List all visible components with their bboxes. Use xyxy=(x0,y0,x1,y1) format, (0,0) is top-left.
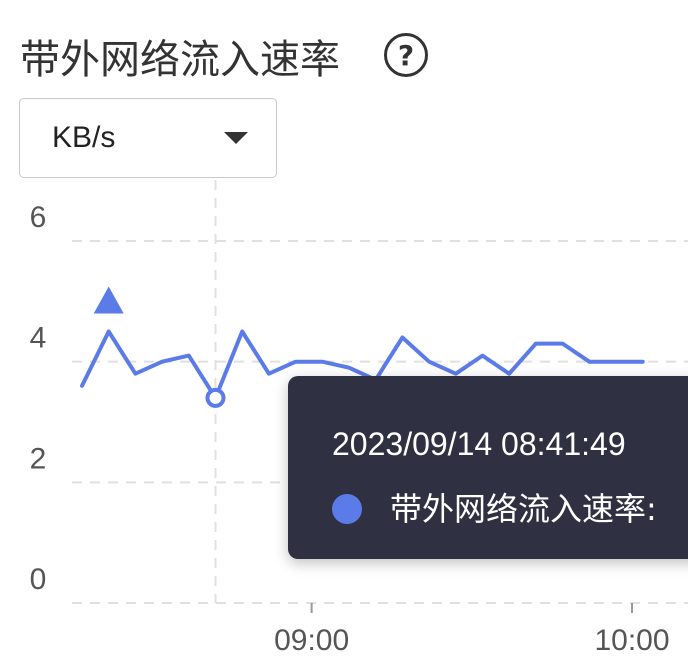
line-chart: 0 2 4 6 09:00 10:00 xyxy=(30,180,688,657)
tooltip-series-name: 带外网络流入速率: xyxy=(390,490,657,528)
y-tick-label: 4 xyxy=(30,322,47,355)
tooltip-series-dot xyxy=(332,494,362,524)
x-tick-label: 09:00 xyxy=(274,624,349,657)
peak-marker-icon xyxy=(93,286,124,314)
highlighted-point xyxy=(205,387,226,408)
x-tick-label: 10:00 xyxy=(594,624,669,657)
y-tick-label: 2 xyxy=(30,442,47,475)
tooltip-time: 2023/09/14 08:41:49 xyxy=(332,426,626,462)
y-tick-label: 6 xyxy=(30,201,47,234)
y-tick-label: 0 xyxy=(30,563,47,596)
chart-tooltip: 2023/09/14 08:41:49 带外网络流入速率: xyxy=(288,376,688,559)
chart-panel: 带外网络流入速率 ? KB/s 0 2 4 6 09:00 10:00 2023/09/1… xyxy=(0,0,688,659)
